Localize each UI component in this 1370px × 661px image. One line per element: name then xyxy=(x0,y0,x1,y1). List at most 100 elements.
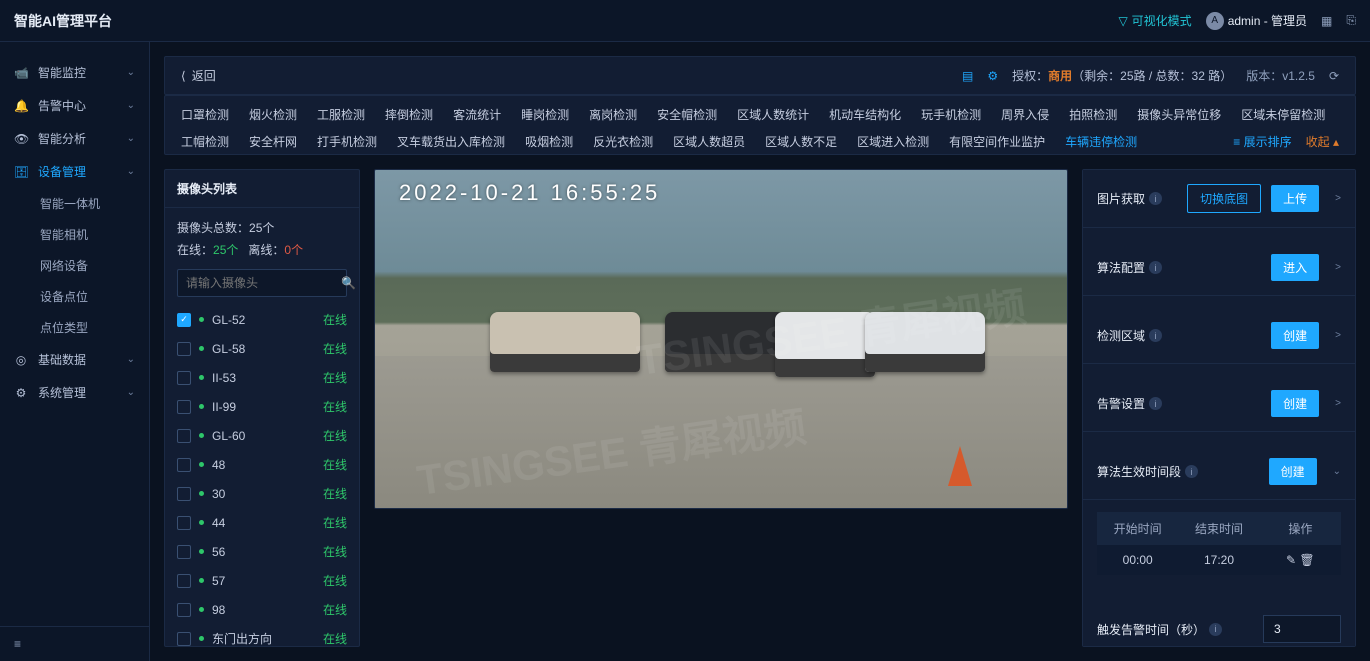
checkbox[interactable] xyxy=(177,400,191,414)
camera-row[interactable]: GL-58在线 xyxy=(177,334,357,363)
info-icon[interactable]: i xyxy=(1149,329,1162,342)
algorithm-tag[interactable]: 反光衣检测 xyxy=(593,133,653,150)
algorithm-tag[interactable]: 烟火检测 xyxy=(249,106,297,123)
algorithm-tag[interactable]: 区域人数超员 xyxy=(673,133,745,150)
config-button[interactable]: 创建 xyxy=(1271,390,1319,417)
checkbox[interactable] xyxy=(177,632,191,646)
logout-icon[interactable]: ⎘ xyxy=(1346,13,1356,28)
algorithm-tag[interactable]: 拍照检测 xyxy=(1069,106,1117,123)
camera-row[interactable]: 56在线 xyxy=(177,537,357,566)
algorithm-tag[interactable]: 区域人数统计 xyxy=(737,106,809,123)
info-icon[interactable]: i xyxy=(1149,397,1162,410)
algorithm-tag[interactable]: 打手机检测 xyxy=(317,133,377,150)
list-icon[interactable]: ▤ xyxy=(962,69,973,83)
sort-button[interactable]: ≡ 展示排序 xyxy=(1233,133,1291,150)
config-button[interactable]: 进入 xyxy=(1271,254,1319,281)
algorithm-tag[interactable]: 安全帽检测 xyxy=(657,106,717,123)
viz-mode-button[interactable]: ▽ 可视化模式 xyxy=(1118,12,1191,29)
config-button[interactable]: 创建 xyxy=(1269,458,1317,485)
sidebar-collapse[interactable]: ≡ xyxy=(0,626,149,661)
table-ops[interactable]: ✎ 🗑 xyxy=(1260,545,1341,575)
info-icon[interactable]: i xyxy=(1209,623,1222,636)
sidebar-subitem[interactable]: 智能相机 xyxy=(0,219,149,250)
camera-row[interactable]: GL-60在线 xyxy=(177,421,357,450)
sidebar-item[interactable]: ⚙系统管理⌄ xyxy=(0,376,149,409)
algorithm-tag[interactable]: 有限空间作业监护 xyxy=(949,133,1045,150)
back-button[interactable]: ⟨ 返回 xyxy=(181,67,216,84)
algorithm-tag[interactable]: 机动车结构化 xyxy=(829,106,901,123)
chevron-icon[interactable]: > xyxy=(1329,330,1341,341)
status-dot-icon xyxy=(199,375,204,380)
camera-search-input[interactable] xyxy=(186,276,341,290)
checkbox[interactable] xyxy=(177,545,191,559)
viz-mode-label: 可视化模式 xyxy=(1132,12,1192,29)
checkbox[interactable] xyxy=(177,429,191,443)
camera-row[interactable]: 44在线 xyxy=(177,508,357,537)
camera-row[interactable]: ✓GL-52在线 xyxy=(177,305,357,334)
config-button[interactable]: 创建 xyxy=(1271,322,1319,349)
chevron-icon[interactable]: > xyxy=(1329,398,1341,409)
info-icon[interactable]: i xyxy=(1149,261,1162,274)
chevron-icon[interactable]: > xyxy=(1329,262,1341,273)
algorithm-tag[interactable]: 周界入侵 xyxy=(1001,106,1049,123)
checkbox[interactable]: ✓ xyxy=(177,313,191,327)
sidebar-subitem[interactable]: 智能一体机 xyxy=(0,188,149,219)
checkbox[interactable] xyxy=(177,371,191,385)
algorithm-tag[interactable]: 安全杆网 xyxy=(249,133,297,150)
camera-search[interactable]: 🔍 xyxy=(177,269,347,297)
checkbox[interactable] xyxy=(177,342,191,356)
sidebar-item[interactable]: 👁智能分析⌄ xyxy=(0,122,149,155)
algorithm-tag[interactable]: 客流统计 xyxy=(453,106,501,123)
algorithm-tag[interactable]: 区域人数不足 xyxy=(765,133,837,150)
sidebar-item[interactable]: 📹智能监控⌄ xyxy=(0,56,149,89)
algorithm-tag[interactable]: 摔倒检测 xyxy=(385,106,433,123)
collapse-button[interactable]: 收起 ▴ xyxy=(1306,133,1339,150)
algorithm-tag[interactable]: 工服检测 xyxy=(317,106,365,123)
camera-row[interactable]: 98在线 xyxy=(177,595,357,624)
theme-icon[interactable]: ▦ xyxy=(1321,14,1332,28)
video-preview[interactable]: 2022-10-21 16:55:25 TSINGSEE 青犀视频 TSINGS… xyxy=(374,169,1068,509)
camera-status: 在线 xyxy=(323,630,347,646)
status-dot-icon xyxy=(199,636,204,641)
algorithm-tag[interactable]: 区域未停留检测 xyxy=(1241,106,1325,123)
sidebar-subitem[interactable]: 网络设备 xyxy=(0,250,149,281)
algorithm-tag[interactable]: 工帽检测 xyxy=(181,133,229,150)
checkbox[interactable] xyxy=(177,487,191,501)
algorithm-tag[interactable]: 摄像头异常位移 xyxy=(1137,106,1221,123)
camera-row[interactable]: 57在线 xyxy=(177,566,357,595)
checkbox[interactable] xyxy=(177,516,191,530)
sidebar-subitem[interactable]: 设备点位 xyxy=(0,281,149,312)
sidebar-item[interactable]: ◎基础数据⌄ xyxy=(0,343,149,376)
algorithm-tag[interactable]: 离岗检测 xyxy=(589,106,637,123)
algorithm-tag[interactable]: 车辆违停检测 xyxy=(1065,133,1137,150)
info-icon[interactable]: i xyxy=(1149,192,1162,205)
algorithm-tag[interactable]: 叉车载货出入库检测 xyxy=(397,133,505,150)
content: ⟨ 返回 ▤ ⚙ 授权：商用（剩余：25路 / 总数：32 路） 版本：v1.2… xyxy=(150,42,1370,661)
sidebar-item[interactable]: 🗄设备管理⌄ xyxy=(0,155,149,188)
search-icon[interactable]: 🔍 xyxy=(341,276,356,290)
algorithm-tag[interactable]: 玩手机检测 xyxy=(921,106,981,123)
camera-row[interactable]: II-99在线 xyxy=(177,392,357,421)
sidebar-item[interactable]: 🔔告警中心⌄ xyxy=(0,89,149,122)
checkbox[interactable] xyxy=(177,458,191,472)
camera-row[interactable]: 东门出方向在线 xyxy=(177,624,357,646)
chevron-icon[interactable]: ⌄ xyxy=(1327,466,1341,477)
user-menu[interactable]: A admin - 管理员 xyxy=(1206,12,1307,30)
camera-row[interactable]: II-53在线 xyxy=(177,363,357,392)
gear-icon[interactable]: ⚙ xyxy=(987,69,998,83)
algorithm-tag[interactable]: 区域进入检测 xyxy=(857,133,929,150)
algorithm-tag[interactable]: 口罩检测 xyxy=(181,106,229,123)
algorithm-tag[interactable]: 睡岗检测 xyxy=(521,106,569,123)
camera-row[interactable]: 48在线 xyxy=(177,450,357,479)
trigger-input[interactable] xyxy=(1263,615,1341,643)
camera-row[interactable]: 30在线 xyxy=(177,479,357,508)
config-button[interactable]: 切换底图 xyxy=(1187,184,1261,213)
info-icon[interactable]: i xyxy=(1185,465,1198,478)
refresh-icon[interactable]: ⟳ xyxy=(1329,69,1339,83)
chevron-icon[interactable]: > xyxy=(1329,193,1341,204)
config-button[interactable]: 上传 xyxy=(1271,185,1319,212)
algorithm-tag[interactable]: 吸烟检测 xyxy=(525,133,573,150)
checkbox[interactable] xyxy=(177,574,191,588)
checkbox[interactable] xyxy=(177,603,191,617)
sidebar-subitem[interactable]: 点位类型 xyxy=(0,312,149,343)
